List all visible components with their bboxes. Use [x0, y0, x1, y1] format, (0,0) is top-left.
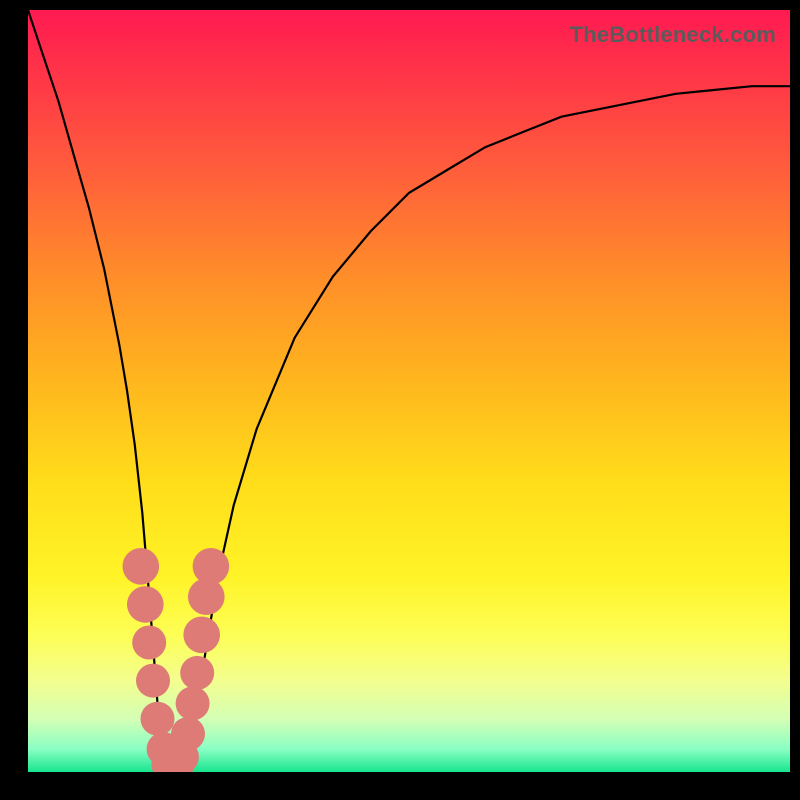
curve-marker: [127, 586, 164, 623]
curve-marker: [123, 548, 160, 585]
curve-marker: [176, 686, 210, 720]
chart-frame: TheBottleneck.com: [0, 0, 800, 800]
curve-marker: [132, 626, 166, 660]
curve-marker: [183, 617, 220, 654]
curve-marker: [180, 656, 214, 690]
curve-layer: [28, 10, 790, 772]
curve-marker: [136, 664, 170, 698]
curve-marker: [141, 702, 175, 736]
plot-area: TheBottleneck.com: [28, 10, 790, 772]
curve-marker: [171, 717, 205, 751]
curve-marker: [193, 548, 230, 585]
marker-group: [123, 548, 230, 772]
